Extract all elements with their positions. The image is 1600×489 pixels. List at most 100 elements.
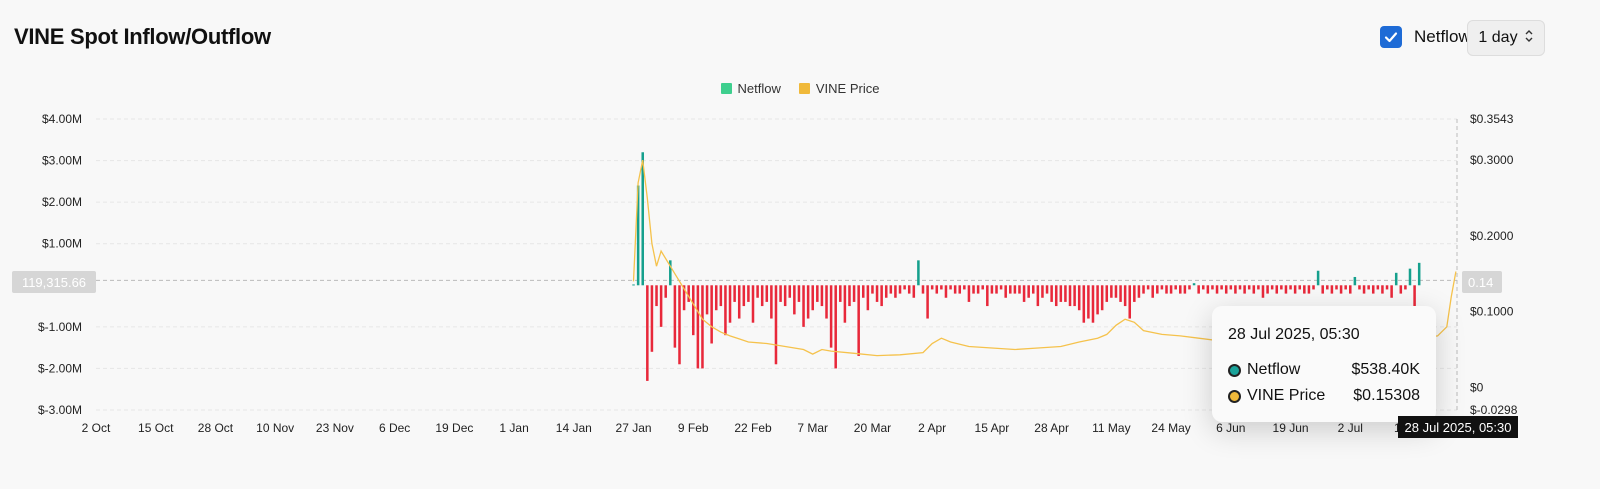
netflow-bar [1064,285,1067,302]
netflow-bar [907,285,911,294]
netflow-bar [829,285,833,348]
x-tick-label: 2 Oct [82,421,111,435]
y-right-tick-label: $0.3000 [1470,153,1514,167]
y-left-tick-label: $1.00M [42,237,82,251]
x-tick-label: 7 Mar [797,421,828,435]
netflow-bar [1050,285,1053,302]
netflow-bar [774,285,778,365]
netflow-bar [1358,285,1361,290]
x-tick-label: 20 Mar [854,421,891,435]
netflow-bar [1096,285,1099,315]
crosshair-left-value: 119,315.66 [12,271,96,293]
netflow-bar [1385,285,1389,290]
netflow-bar [1151,285,1154,298]
netflow-bar [1110,285,1113,298]
netflow-bar [903,285,906,290]
x-tick-label: 2 Apr [918,421,946,435]
netflow-bar [1298,285,1301,290]
netflow-bar [655,285,658,307]
netflow-bar [1326,285,1329,290]
netflow-bar [1349,285,1352,294]
tooltip-name: Netflow [1247,361,1301,378]
y-left-tick-label: $-2.00M [38,361,82,375]
netflow-bar [1394,272,1398,286]
netflow-bar [894,285,897,298]
x-tick-label: 2 Jul [1338,421,1363,435]
netflow-bar [687,285,690,302]
netflow-bar [1146,285,1150,290]
netflow-bar [710,285,713,344]
netflow-bar [705,285,709,315]
netflow-bar [999,285,1003,290]
y-left-tick-label: $2.00M [42,195,82,209]
netflow-bar [958,285,962,294]
netflow-bar [1082,285,1086,323]
netflow-bar [646,285,649,381]
y-left-tick-label: $4.00M [42,112,82,126]
chart-tooltip: 28 Jul 2025, 05:30 Netflow $538.40K VINE… [1212,306,1436,422]
netflow-bar [857,285,860,356]
netflow-bar [1100,285,1104,311]
netflow-bar [949,285,952,290]
netflow-bar [1229,285,1233,290]
netflow-bar [1206,285,1210,294]
netflow-bar [1367,285,1370,290]
netflow-bar [1156,285,1159,294]
netflow-bar [1179,285,1182,294]
netflow-bar [921,285,925,294]
netflow-bar [926,285,929,319]
netflow-bar [1036,285,1040,307]
netflow-bar [967,285,971,302]
netflow-bar [1068,285,1072,307]
netflow-bar [1390,285,1393,298]
netflow-bar [1362,285,1366,294]
netflow-bar [843,285,847,323]
netflow-bar [1330,285,1334,294]
tooltip-date: 28 Jul 2025, 05:30 [1228,326,1360,343]
x-tick-label: 19 Jun [1273,421,1309,435]
x-tick-label: 1 Jan [499,421,528,435]
netflow-bar [1224,285,1228,294]
netflow-bar [935,285,939,294]
netflow-bar [1234,285,1237,294]
netflow-bar [756,285,759,298]
netflow-bar [986,285,989,307]
netflow-bar [1404,285,1407,290]
netflow-bar [1270,285,1274,290]
netflow-bar [862,285,865,298]
x-tick-label: 15 Oct [138,421,174,435]
netflow-bar [1284,285,1288,294]
netflow-bar [632,284,635,286]
netflow-bar [1013,285,1017,294]
netflow-bar [1275,285,1279,294]
netflow-bar [1252,285,1256,294]
netflow-bar [825,285,828,319]
netflow-bar [839,285,842,302]
netflow-bar [1045,285,1049,294]
netflow-bar [751,285,755,323]
y-right-tick-label: $0.3543 [1470,112,1514,126]
netflow-bar [1344,285,1347,290]
netflow-bar [1077,285,1081,311]
netflow-bar [834,285,837,369]
netflow-bar [1408,268,1412,286]
netflow-bar [912,285,916,298]
netflow-bar [742,285,746,307]
x-tick-label: 22 Feb [734,421,772,435]
netflow-bar [806,285,810,319]
netflow-bar [1339,285,1343,294]
netflow-bar [1165,285,1168,294]
netflow-bar [692,285,695,336]
tooltip-value: $538.40K [1351,361,1420,378]
netflow-bar [719,285,723,307]
netflow-bar [714,285,718,311]
netflow-bar [944,285,948,298]
x-tick-label: 19 Dec [435,421,473,435]
netflow-bar [788,285,792,298]
netflow-bar [940,285,943,290]
tooltip-value: $0.15308 [1353,387,1420,404]
netflow-bar [963,285,966,290]
netflow-bar [1133,285,1136,302]
netflow-bar [976,285,980,294]
x-tick-label: 27 Jan [616,421,652,435]
